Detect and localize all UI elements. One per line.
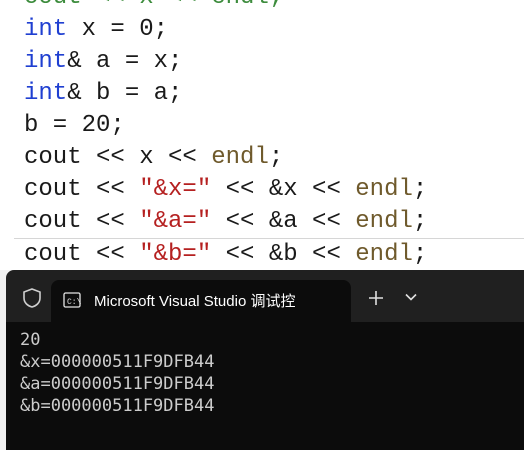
code-line-current: cout << "&b=" << &b << endl; bbox=[14, 238, 524, 270]
chevron-down-icon[interactable] bbox=[404, 290, 418, 304]
code-token: ; bbox=[268, 144, 284, 171]
shield-icon[interactable] bbox=[21, 287, 43, 309]
svg-text:C:\: C:\ bbox=[67, 298, 81, 307]
code-token: cout << x << bbox=[24, 144, 212, 171]
code-token: "&b=" bbox=[139, 241, 212, 268]
output-line: &x=000000511F9DFB44 bbox=[20, 352, 215, 372]
code-line: int& b = a; bbox=[24, 78, 182, 110]
code-line: int x = 0; bbox=[24, 14, 168, 46]
code-token: int bbox=[24, 16, 68, 43]
code-token: cout << x << endl; bbox=[24, 0, 283, 11]
code-token: endl bbox=[355, 176, 413, 203]
editor-gutter bbox=[0, 0, 14, 270]
output-line: 20 bbox=[20, 330, 41, 350]
terminal-output[interactable]: 20 &x=000000511F9DFB44 &a=000000511F9DFB… bbox=[6, 322, 524, 450]
terminal-tab-bar: C:\ Microsoft Visual Studio 调试控 bbox=[6, 270, 524, 322]
terminal-tab-title: Microsoft Visual Studio 调试控 bbox=[94, 293, 296, 310]
code-editor[interactable]: cout << x << endl;int x = 0;int& a = x;i… bbox=[0, 0, 524, 270]
code-token: cout << bbox=[24, 176, 140, 203]
code-token: ; bbox=[412, 208, 428, 235]
code-token: endl bbox=[355, 241, 413, 268]
code-token: & b = a; bbox=[67, 80, 183, 107]
code-token: "&x=" bbox=[139, 176, 212, 203]
code-line: int& a = x; bbox=[24, 46, 182, 78]
code-token: ; bbox=[412, 176, 428, 203]
code-token: b = 20; bbox=[24, 112, 125, 139]
code-line: cout << "&x=" << &x << endl; bbox=[24, 174, 427, 206]
output-line: &b=000000511F9DFB44 bbox=[20, 396, 215, 416]
code-token: ; bbox=[412, 241, 428, 268]
plus-icon[interactable] bbox=[366, 288, 386, 308]
code-line: cout << "&a=" << &a << endl; bbox=[24, 206, 427, 238]
console-icon: C:\ bbox=[63, 292, 81, 308]
code-token: << &x << bbox=[211, 176, 356, 203]
code-token: x = 0; bbox=[67, 16, 169, 43]
code-token: & a = x; bbox=[67, 48, 183, 75]
terminal-tab[interactable]: C:\ Microsoft Visual Studio 调试控 bbox=[51, 280, 351, 322]
code-token: << &a << bbox=[211, 208, 356, 235]
code-token: int bbox=[24, 80, 68, 107]
output-line: &a=000000511F9DFB44 bbox=[20, 374, 215, 394]
code-line: b = 20; bbox=[24, 110, 125, 142]
code-line: cout << x << endl; bbox=[24, 0, 283, 14]
code-line: cout << x << endl; bbox=[24, 142, 283, 174]
terminal-window[interactable]: C:\ Microsoft Visual Studio 调试控 20 &x=00… bbox=[6, 270, 524, 450]
code-token: cout << bbox=[24, 208, 140, 235]
code-token: int bbox=[24, 48, 68, 75]
code-token: "&a=" bbox=[139, 208, 212, 235]
code-token: endl bbox=[211, 144, 269, 171]
code-token: cout << bbox=[24, 241, 140, 268]
code-token: endl bbox=[355, 208, 413, 235]
code-token: << &b << bbox=[211, 241, 356, 268]
